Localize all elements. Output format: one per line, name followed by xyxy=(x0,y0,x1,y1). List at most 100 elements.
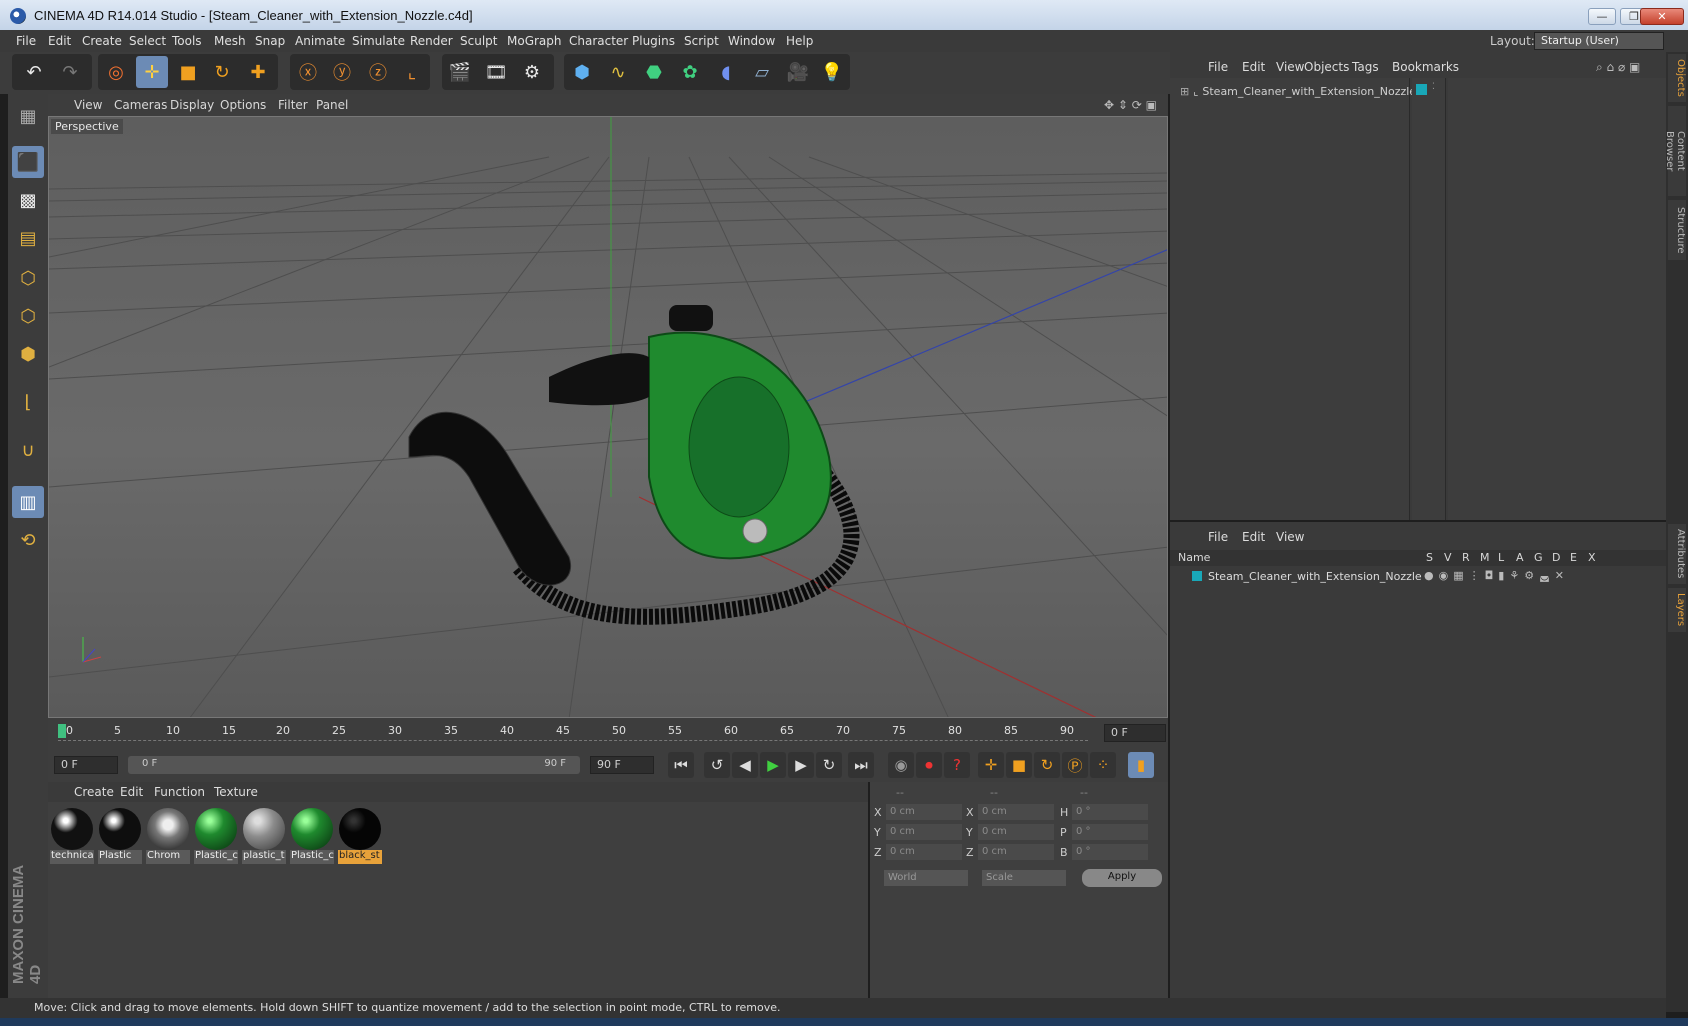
obj-search-home-icons[interactable]: ⌕ ⌂ ⌀ ▣ xyxy=(1596,60,1640,75)
layer-name[interactable]: Steam_Cleaner_with_Extension_Nozzle xyxy=(1208,570,1422,583)
menu-mograph[interactable]: MoGraph xyxy=(507,34,562,48)
position-y-field[interactable]: 0 cm xyxy=(886,824,962,840)
start-frame-field[interactable]: 0 F xyxy=(54,756,118,774)
obj-menu-file[interactable]: File xyxy=(1208,60,1228,74)
material-swatch[interactable]: plastic_t xyxy=(242,806,286,864)
menu-plugins[interactable]: Plugins xyxy=(632,34,675,48)
scale-dropdown[interactable]: Scale xyxy=(982,870,1066,886)
obj-menu-edit[interactable]: Edit xyxy=(1242,60,1265,74)
workplane-icon[interactable]: ▤ xyxy=(12,222,44,254)
transform-tool-icon[interactable]: ✚ xyxy=(242,56,274,88)
close-button[interactable]: ✕ xyxy=(1640,8,1684,25)
key-scale-icon[interactable]: ■ xyxy=(1006,752,1032,778)
material-swatch-selected[interactable]: black_st xyxy=(338,806,382,864)
tab-content-browser[interactable]: Content Browser xyxy=(1664,106,1686,196)
vp-navigation-icons[interactable]: ✥ ⇕ ⟳ ▣ xyxy=(1104,98,1157,112)
polygons-mode-icon[interactable]: ⬢ xyxy=(12,338,44,370)
menu-file[interactable]: File xyxy=(16,34,36,48)
material-swatch[interactable]: Plastic_c xyxy=(194,806,238,864)
size-z-field[interactable]: 0 cm xyxy=(978,844,1054,860)
key-rotation-icon[interactable]: ↻ xyxy=(1034,752,1060,778)
x-axis-icon[interactable]: ⓧ xyxy=(292,56,324,88)
points-mode-icon[interactable]: ⬡ xyxy=(12,262,44,294)
prev-key-icon[interactable]: ↺ xyxy=(704,752,730,778)
frame-range-slider[interactable]: 0 F 90 F xyxy=(128,756,580,774)
layout-select[interactable]: Startup (User) xyxy=(1534,32,1664,50)
edges-mode-icon[interactable]: ⬡ xyxy=(12,300,44,332)
scale-tool-icon[interactable]: ■ xyxy=(172,56,204,88)
rotation-b-field[interactable]: 0 ° xyxy=(1072,844,1148,860)
menu-animate[interactable]: Animate xyxy=(295,34,345,48)
y-axis-icon[interactable]: ⓨ xyxy=(326,56,358,88)
minimize-button[interactable]: — xyxy=(1588,8,1616,25)
menu-script[interactable]: Script xyxy=(684,34,719,48)
key-pla-icon[interactable]: ⁘ xyxy=(1090,752,1116,778)
rotation-p-field[interactable]: 0 ° xyxy=(1072,824,1148,840)
mat-menu-texture[interactable]: Texture xyxy=(214,785,258,799)
layer-menu-edit[interactable]: Edit xyxy=(1242,530,1265,544)
obj-menu-view[interactable]: View xyxy=(1276,60,1304,74)
vp-menu-display[interactable]: Display xyxy=(170,98,214,112)
rotation-h-field[interactable]: 0 ° xyxy=(1072,804,1148,820)
coordinate-system-icon[interactable]: ⌞ xyxy=(396,56,428,88)
prev-frame-icon[interactable]: ◀ xyxy=(732,752,758,778)
menu-window[interactable]: Window xyxy=(728,34,775,48)
key-position-icon[interactable]: ✛ xyxy=(978,752,1004,778)
vp-menu-options[interactable]: Options xyxy=(220,98,266,112)
record-keys-icon[interactable]: ◉ xyxy=(888,752,914,778)
workplane-lock-icon[interactable]: ▥ xyxy=(12,486,44,518)
keyframe-selection-icon[interactable]: ? xyxy=(944,752,970,778)
goto-start-icon[interactable]: ⏮ xyxy=(668,752,694,778)
menu-snap[interactable]: Snap xyxy=(255,34,285,48)
tab-objects[interactable]: Objects xyxy=(1668,54,1686,102)
camera-icon[interactable]: 🎥 xyxy=(782,56,814,88)
vp-menu-filter[interactable]: Filter xyxy=(278,98,308,112)
z-axis-icon[interactable]: ⓩ xyxy=(362,56,394,88)
layer-menu-view[interactable]: View xyxy=(1276,530,1304,544)
vp-menu-cameras[interactable]: Cameras xyxy=(114,98,167,112)
menu-create[interactable]: Create xyxy=(82,34,122,48)
redo-icon[interactable]: ↷ xyxy=(54,56,86,88)
material-swatch[interactable]: technica xyxy=(50,806,94,864)
size-x-field[interactable]: 0 cm xyxy=(978,804,1054,820)
material-swatch[interactable]: Plastic_c xyxy=(290,806,334,864)
apply-button[interactable]: Apply xyxy=(1082,869,1162,887)
menu-edit[interactable]: Edit xyxy=(48,34,71,48)
position-z-field[interactable]: 0 cm xyxy=(886,844,962,860)
object-name[interactable]: Steam_Cleaner_with_Extension_Nozzle xyxy=(1202,85,1416,98)
cube-object-icon[interactable]: ⬢ xyxy=(566,56,598,88)
end-frame-field[interactable]: 90 F xyxy=(590,756,654,774)
mat-menu-create[interactable]: Create xyxy=(74,785,114,799)
tab-layers[interactable]: Layers xyxy=(1668,588,1686,632)
obj-menu-tags[interactable]: Tags xyxy=(1352,60,1379,74)
timeline-ruler[interactable]: 0 5 10 15 20 25 30 35 40 45 50 55 60 65 … xyxy=(48,718,1168,748)
object-row[interactable]: ⊞ ⌞ Steam_Cleaner_with_Extension_Nozzle xyxy=(1180,82,1416,100)
obj-menu-bookmarks[interactable]: Bookmarks xyxy=(1392,60,1459,74)
move-tool-icon[interactable]: ✛ xyxy=(136,56,168,88)
nurbs-icon[interactable]: ⬣ xyxy=(638,56,670,88)
menu-select[interactable]: Select xyxy=(129,34,166,48)
next-frame-icon[interactable]: ▶ xyxy=(788,752,814,778)
expand-icon[interactable]: ⊞ xyxy=(1180,85,1189,98)
texture-mode-icon[interactable]: ▩ xyxy=(12,184,44,216)
layer-color-swatch[interactable] xyxy=(1192,571,1202,581)
array-icon[interactable]: ✿ xyxy=(674,56,706,88)
tab-attributes[interactable]: Attributes xyxy=(1668,524,1686,584)
locked-workplane-icon[interactable]: ⟲ xyxy=(12,524,44,556)
size-y-field[interactable]: 0 cm xyxy=(978,824,1054,840)
menu-help[interactable]: Help xyxy=(786,34,813,48)
obj-menu-objects[interactable]: Objects xyxy=(1304,60,1349,74)
play-icon[interactable]: ▶ xyxy=(760,752,786,778)
floor-icon[interactable]: ▱ xyxy=(746,56,778,88)
layer-color-tag[interactable] xyxy=(1416,84,1427,95)
visibility-dots-icon[interactable]: ⁚ xyxy=(1432,82,1435,92)
next-key-icon[interactable]: ↻ xyxy=(816,752,842,778)
render-view-icon[interactable]: 🎬 xyxy=(444,56,476,88)
snap-icon[interactable]: ∪ xyxy=(12,434,44,466)
deformer-icon[interactable]: ◖ xyxy=(710,56,742,88)
layer-menu-file[interactable]: File xyxy=(1208,530,1228,544)
key-parameter-icon[interactable]: Ⓟ xyxy=(1062,752,1088,778)
mat-menu-edit[interactable]: Edit xyxy=(120,785,143,799)
make-editable-icon[interactable]: ▦ xyxy=(12,100,44,132)
menu-sculpt[interactable]: Sculpt xyxy=(460,34,497,48)
